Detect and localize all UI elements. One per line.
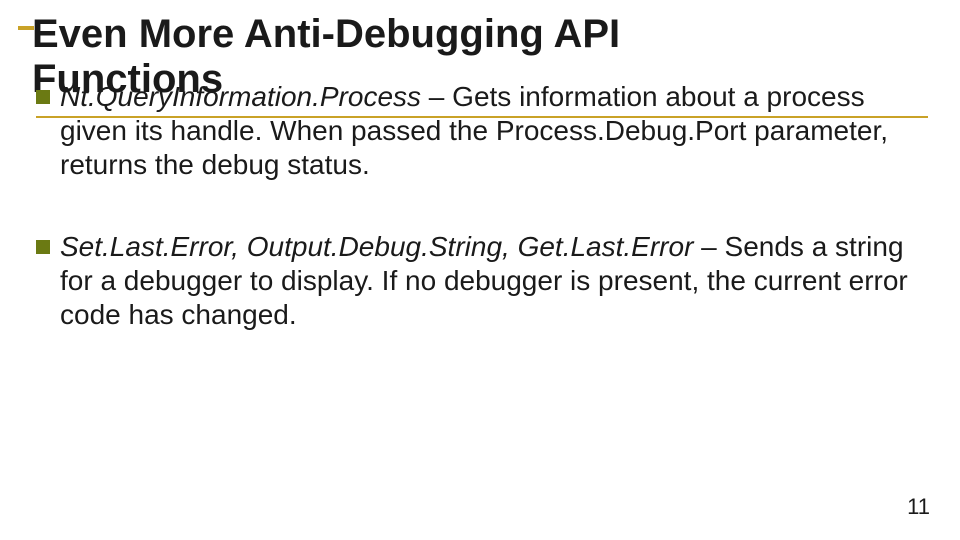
list-item: Nt.QueryInformation.Process – Gets infor… [32, 80, 932, 182]
page-number: 11 [907, 494, 930, 520]
title-line1: Even More Anti-Debugging API [32, 12, 620, 56]
title-accent [18, 26, 34, 30]
bullet-list: Nt.QueryInformation.Process – Gets infor… [32, 80, 932, 333]
bullet-em: Set.Last.Error, Output.Debug.String, Get… [60, 231, 693, 262]
slide: Even More Anti-Debugging API Functions N… [0, 0, 960, 540]
list-item: Set.Last.Error, Output.Debug.String, Get… [32, 230, 932, 332]
bullet-em: Nt.QueryInformation.Process [60, 81, 421, 112]
